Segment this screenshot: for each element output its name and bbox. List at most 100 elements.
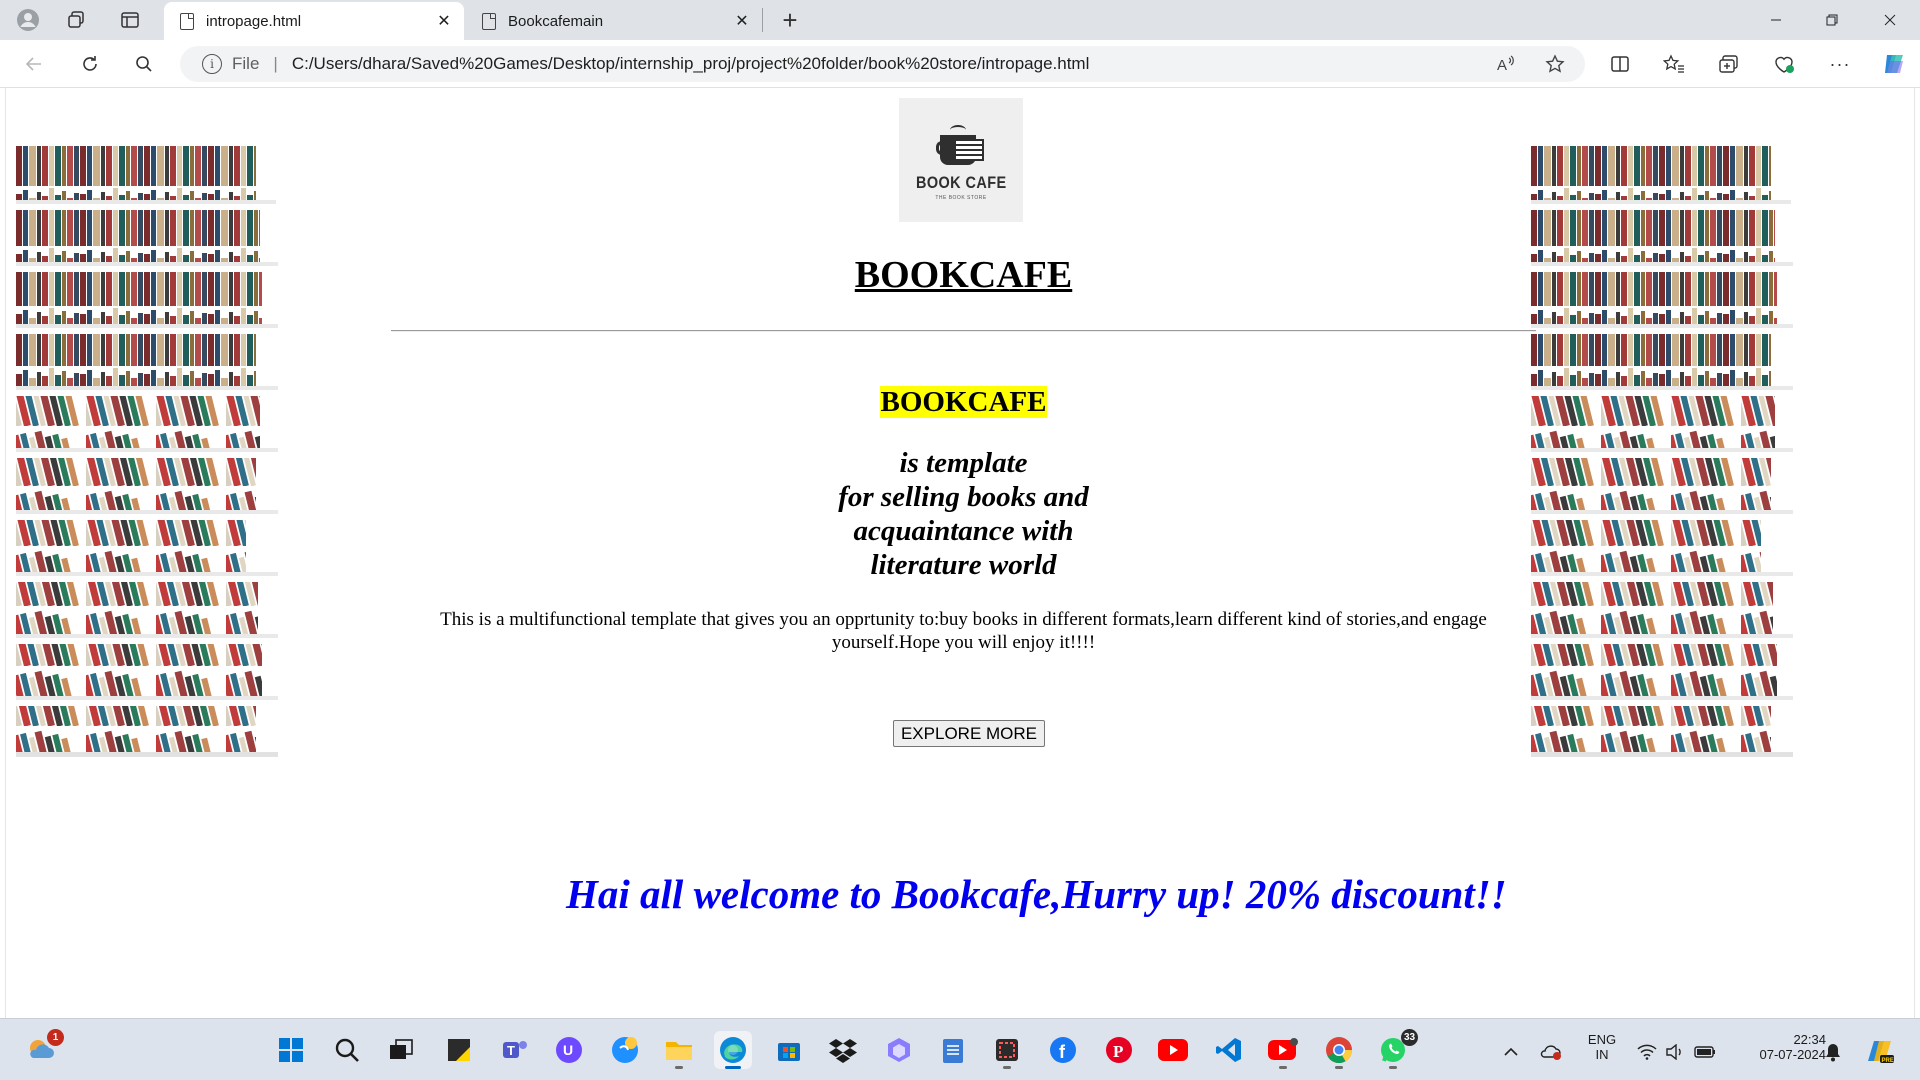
tab-bookcafemain[interactable]: Bookcafemain ✕ <box>466 2 762 40</box>
workspaces-icon[interactable] <box>62 6 90 34</box>
bookcafe-logo: BOOK CAFE THE BOOK STORE <box>899 98 1023 222</box>
restore-button[interactable] <box>1808 4 1856 36</box>
region-code: IN <box>1595 1047 1609 1062</box>
profile-icon[interactable] <box>14 6 42 34</box>
teams-icon[interactable]: T <box>496 1031 534 1069</box>
taskbar: 1 T U f P 33 ENG IN 22:34 07-07-2024 PRE <box>0 1018 1920 1080</box>
proton-vpn-icon[interactable]: U <box>550 1031 588 1069</box>
running-indicator <box>1335 1066 1343 1069</box>
tab-strip: intropage.html ✕ Bookcafemain ✕ + <box>0 0 1920 40</box>
toolbar: i File | C:/Users/dhara/Saved%20Games/De… <box>0 40 1920 88</box>
search-icon[interactable] <box>328 1031 366 1069</box>
sticky-notes-icon[interactable] <box>440 1031 478 1069</box>
tagline-line: literature world <box>870 549 1057 581</box>
facebook-icon[interactable]: f <box>1044 1031 1082 1069</box>
close-tab-icon[interactable]: ✕ <box>732 11 752 31</box>
svg-text:T: T <box>507 1043 515 1058</box>
new-tab-button[interactable]: + <box>776 4 804 35</box>
tagline-line: acquaintance with <box>853 515 1074 547</box>
volume-icon[interactable] <box>1664 1041 1686 1063</box>
notification-bell-icon[interactable] <box>1822 1041 1844 1063</box>
chevron-up-icon[interactable] <box>1500 1041 1522 1063</box>
tagline-line: for selling books and <box>838 481 1089 513</box>
clock-date: 07-07-2024 <box>1759 1047 1827 1062</box>
page-title: BOOKCAFE <box>854 254 1073 296</box>
url-text[interactable]: C:/Users/dhara/Saved%20Games/Desktop/int… <box>292 54 1090 74</box>
windows-start-icon[interactable] <box>272 1031 310 1069</box>
tagline: is template for selling books and acquai… <box>391 446 1536 582</box>
youtube-pwa-icon[interactable] <box>1264 1031 1302 1069</box>
tagline-line: is template <box>899 447 1028 479</box>
page-icon <box>482 12 496 30</box>
vscode-icon[interactable] <box>1210 1031 1248 1069</box>
collections-icon[interactable] <box>1715 50 1743 78</box>
battery-icon[interactable] <box>1694 1041 1716 1063</box>
discount-marquee: Hai all welcome to Bookcafe,Hurry up! 20… <box>566 871 1507 917</box>
copilot-app-icon[interactable] <box>880 1031 918 1069</box>
refresh-icon[interactable] <box>74 48 106 80</box>
copilot-icon[interactable] <box>1880 50 1908 78</box>
browser-essentials-icon[interactable] <box>1770 50 1798 78</box>
notification-badge: 33 <box>1401 1029 1418 1046</box>
whatsapp-icon[interactable]: 33 <box>1374 1029 1418 1069</box>
dropbox-icon[interactable] <box>824 1031 862 1069</box>
favorites-icon[interactable] <box>1660 50 1688 78</box>
svg-text:A: A <box>1497 57 1507 74</box>
running-indicator <box>725 1066 741 1069</box>
info-icon[interactable]: i <box>202 54 222 74</box>
onedrive-icon[interactable] <box>1540 1041 1562 1063</box>
read-aloud-icon[interactable]: A <box>1493 52 1517 76</box>
minimize-button[interactable] <box>1752 4 1800 36</box>
search-icon[interactable] <box>128 48 160 80</box>
tab-actions-icon[interactable] <box>116 6 144 34</box>
task-view-icon[interactable] <box>382 1031 420 1069</box>
explore-more-button[interactable]: EXPLORE MORE <box>893 720 1045 747</box>
star-icon[interactable] <box>1543 52 1567 76</box>
tab-divider <box>762 8 763 32</box>
bookshelf-image-right <box>1531 126 1829 806</box>
back-arrow-icon[interactable] <box>18 48 50 80</box>
copilot-tray-icon[interactable]: PRE <box>1866 1037 1894 1065</box>
weather-widget-icon[interactable]: 1 <box>22 1029 64 1069</box>
chrome-icon[interactable] <box>1320 1031 1358 1069</box>
file-explorer-icon[interactable] <box>660 1031 698 1069</box>
running-indicator <box>1003 1066 1011 1069</box>
wifi-icon[interactable] <box>1636 1041 1658 1063</box>
security-label: File <box>232 54 260 73</box>
running-indicator <box>675 1066 683 1069</box>
microsoft-store-icon[interactable] <box>770 1031 808 1069</box>
description-paragraph: This is a multifunctional template that … <box>440 609 1487 653</box>
more-icon[interactable]: ··· <box>1826 50 1854 78</box>
logo-name: BOOK CAFE <box>915 173 1007 192</box>
edge-icon[interactable] <box>714 1031 752 1069</box>
bookshelf-graphic <box>16 146 278 757</box>
tab-intropage[interactable]: intropage.html ✕ <box>164 2 464 40</box>
svg-text:f: f <box>1059 1042 1066 1062</box>
notepad-icon[interactable] <box>934 1031 972 1069</box>
address-bar[interactable]: i File | C:/Users/dhara/Saved%20Games/De… <box>180 46 1585 82</box>
language-code: ENG <box>1587 1032 1617 1047</box>
bookshelf-graphic <box>1531 146 1793 757</box>
close-window-button[interactable] <box>1866 4 1914 36</box>
address-separator: | <box>273 54 278 73</box>
clock-time: 22:34 <box>1793 1032 1826 1047</box>
pinterest-icon[interactable]: P <box>1100 1031 1138 1069</box>
page-icon <box>180 12 194 30</box>
youtube-icon[interactable] <box>1154 1031 1192 1069</box>
language-indicator[interactable]: ENG IN <box>1582 1032 1622 1062</box>
svg-text:PRE: PRE <box>1882 1058 1894 1064</box>
plus-icon: + <box>782 4 798 35</box>
notification-badge: 1 <box>47 1029 64 1046</box>
clock[interactable]: 22:34 07-07-2024 <box>1730 1032 1827 1062</box>
svg-text:U: U <box>563 1042 573 1058</box>
snipping-tool-icon[interactable] <box>988 1031 1026 1069</box>
split-screen-icon[interactable] <box>1606 50 1634 78</box>
weather-app-icon[interactable] <box>606 1031 644 1069</box>
tab-title: intropage.html <box>206 12 302 30</box>
tab-title: Bookcafemain <box>508 12 604 30</box>
highlighted-heading: BOOKCAFE <box>391 386 1536 419</box>
page-viewport: BOOK CAFE THE BOOK STORE BOOKCAFE BOOKCA… <box>5 88 1915 1018</box>
running-indicator <box>1279 1066 1287 1069</box>
close-tab-icon[interactable]: ✕ <box>434 11 454 31</box>
svg-text:P: P <box>1113 1042 1123 1061</box>
